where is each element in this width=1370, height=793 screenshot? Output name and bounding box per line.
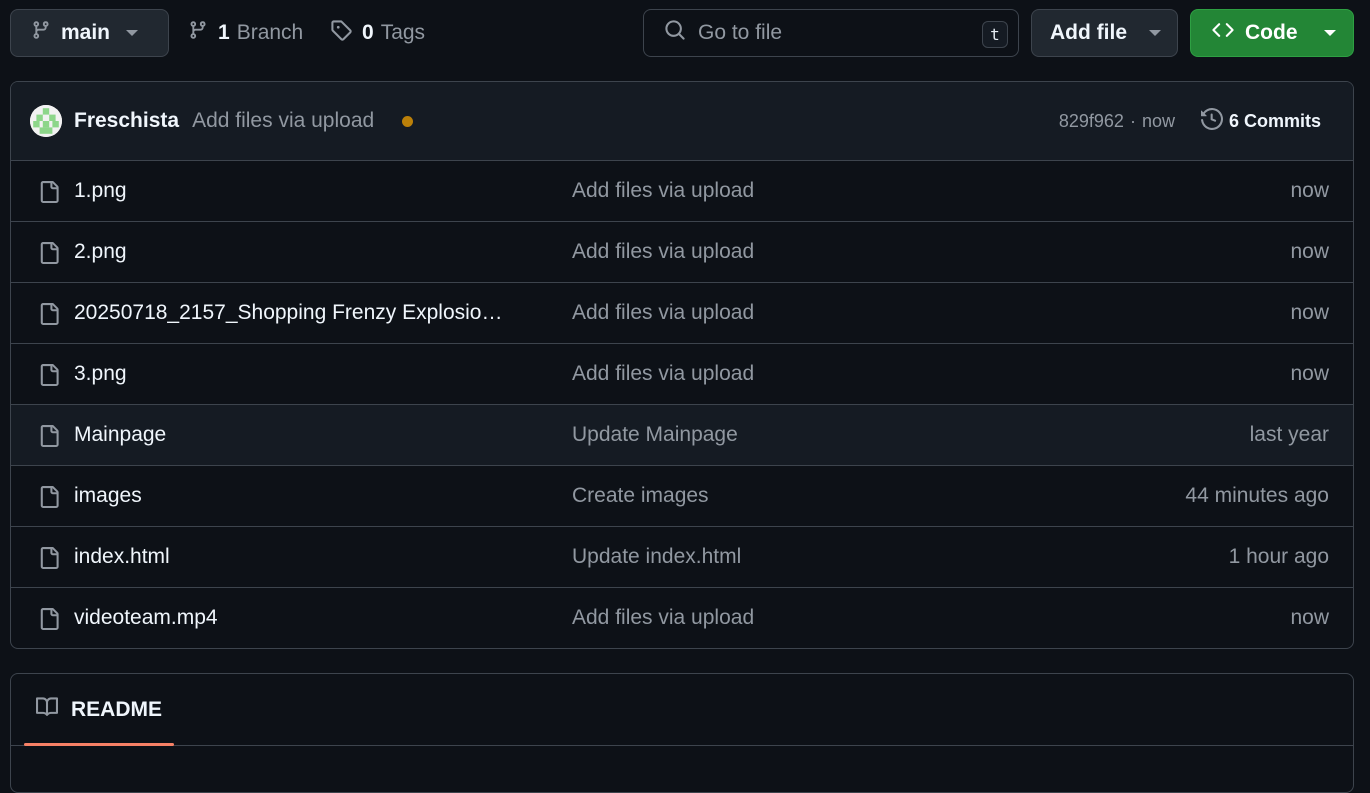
code-label: Code xyxy=(1245,21,1298,44)
file-commit-message-link[interactable]: Add files via upload xyxy=(572,362,754,386)
readme-header: README xyxy=(11,674,1353,746)
file-name-link[interactable]: images xyxy=(74,484,142,508)
file-name-link[interactable]: 1.png xyxy=(74,179,127,203)
file-name-link[interactable]: index.html xyxy=(74,545,170,569)
file-commit-time: now xyxy=(1290,240,1329,263)
file-list: Freschista Add files via upload 829f962 … xyxy=(10,81,1354,649)
file-icon xyxy=(38,423,60,454)
file-row[interactable]: Mainpage Update Mainpage last year xyxy=(11,405,1353,466)
file-commit-time: now xyxy=(1290,362,1329,385)
tag-icon xyxy=(330,19,352,47)
file-commit-time: 44 minutes ago xyxy=(1185,484,1329,507)
file-name-link[interactable]: Mainpage xyxy=(74,423,166,447)
file-name-link[interactable]: 2.png xyxy=(74,240,127,264)
latest-commit-bar: Freschista Add files via upload 829f962 … xyxy=(11,82,1353,161)
file-row[interactable]: videoteam.mp4 Add files via upload now xyxy=(11,588,1353,648)
file-commit-time: now xyxy=(1290,301,1329,324)
file-icon xyxy=(38,606,60,637)
file-name-link[interactable]: videoteam.mp4 xyxy=(74,606,218,630)
readme-tab-label: README xyxy=(71,698,163,721)
tab-readme[interactable]: README xyxy=(24,674,174,746)
file-commit-message-link[interactable]: Create images xyxy=(572,484,709,508)
file-commit-time: now xyxy=(1290,606,1329,629)
tags-count: 0 xyxy=(362,21,374,44)
git-branch-icon xyxy=(31,19,51,47)
add-file-label: Add file xyxy=(1050,21,1127,44)
commit-hash-link[interactable]: 829f962 xyxy=(1059,111,1124,132)
file-commit-message-link[interactable]: Add files via upload xyxy=(572,240,754,264)
branches-link[interactable]: 1 Branch xyxy=(188,9,303,57)
file-rows: 1.png Add files via upload now 2.png Add fil… xyxy=(11,161,1353,648)
chevron-down-icon xyxy=(1323,30,1336,36)
file-name-link[interactable]: 20250718_2157_Shopping Frenzy Explosio… xyxy=(74,301,502,325)
add-file-button[interactable]: Add file xyxy=(1031,9,1178,57)
file-name-link[interactable]: 3.png xyxy=(74,362,127,386)
file-row[interactable]: images Create images 44 minutes ago xyxy=(11,466,1353,527)
file-commit-time: now xyxy=(1290,179,1329,202)
separator: · xyxy=(1129,111,1136,131)
branch-name: main xyxy=(61,21,111,44)
file-commit-message-link[interactable]: Update Mainpage xyxy=(572,423,738,447)
file-commit-time: 1 hour ago xyxy=(1228,545,1329,568)
active-tab-indicator xyxy=(24,743,174,746)
search-icon xyxy=(664,19,686,47)
file-icon xyxy=(38,545,60,576)
tags-label: Tags xyxy=(380,21,426,44)
commit-status-dot[interactable] xyxy=(402,115,414,127)
chevron-down-icon xyxy=(126,30,139,36)
repo-toolbar: main 1 Branch 0 Tags Go to file t Add fi… xyxy=(10,9,1354,57)
commit-message-link[interactable]: Add files via upload xyxy=(192,109,374,133)
file-commit-message-link[interactable]: Add files via upload xyxy=(572,301,754,325)
branches-count: 1 xyxy=(218,21,230,44)
commits-label: 6 Commits xyxy=(1228,111,1321,131)
file-commit-time: last year xyxy=(1249,423,1329,446)
history-icon xyxy=(1200,107,1223,135)
file-icon xyxy=(38,484,60,515)
file-row[interactable]: 3.png Add files via upload now xyxy=(11,344,1353,405)
keyboard-shortcut-hint: t xyxy=(982,21,1008,48)
search-placeholder: Go to file xyxy=(698,21,783,44)
file-icon xyxy=(38,301,60,332)
file-row[interactable]: 20250718_2157_Shopping Frenzy Explosio… A… xyxy=(11,283,1353,344)
book-icon xyxy=(35,696,59,724)
tags-link[interactable]: 0 Tags xyxy=(330,9,425,57)
file-commit-message-link[interactable]: Add files via upload xyxy=(572,606,754,630)
chevron-down-icon xyxy=(1149,30,1161,36)
file-icon xyxy=(38,240,60,271)
branch-selector-button[interactable]: main xyxy=(10,9,169,57)
file-commit-message-link[interactable]: Update index.html xyxy=(572,545,741,569)
commit-time: now xyxy=(1141,111,1175,131)
avatar[interactable] xyxy=(30,105,62,137)
file-commit-message-link[interactable]: Add files via upload xyxy=(572,179,754,203)
code-button[interactable]: Code xyxy=(1190,9,1354,57)
code-icon xyxy=(1211,19,1235,47)
branches-label: Branch xyxy=(236,21,304,44)
file-row[interactable]: index.html Update index.html 1 hour ago xyxy=(11,527,1353,588)
file-icon xyxy=(38,362,60,393)
file-row[interactable]: 2.png Add files via upload now xyxy=(11,222,1353,283)
commit-details: 829f962 · now 6 Commits xyxy=(1059,82,1321,161)
commits-history-link[interactable]: 6 Commits xyxy=(1200,107,1321,135)
go-to-file-input[interactable]: Go to file t xyxy=(643,9,1019,57)
file-icon xyxy=(38,179,60,210)
commit-author-link[interactable]: Freschista xyxy=(74,109,179,133)
readme-panel: README xyxy=(10,673,1354,793)
git-branch-icon xyxy=(188,19,208,47)
file-row[interactable]: 1.png Add files via upload now xyxy=(11,161,1353,222)
